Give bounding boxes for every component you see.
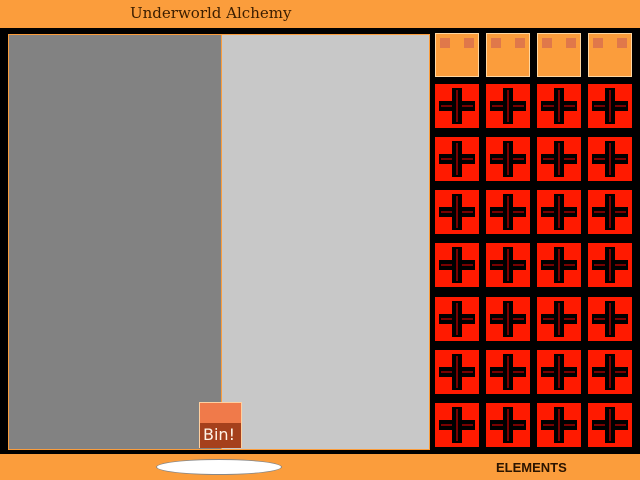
plus-cross-icon	[503, 247, 513, 283]
plus-cross-icon	[605, 354, 615, 390]
element-tile[interactable]	[537, 243, 581, 287]
element-tile[interactable]	[435, 84, 479, 128]
slot-notch	[566, 38, 576, 48]
element-tile[interactable]	[588, 403, 632, 447]
plus-cross-icon	[554, 88, 564, 124]
plus-cross-icon	[605, 407, 615, 443]
slot-notch	[464, 38, 474, 48]
plus-cross-icon	[452, 88, 462, 124]
plus-cross-icon	[452, 194, 462, 230]
bin-label: Bin!	[203, 425, 235, 444]
workspace-left-pane[interactable]	[9, 35, 221, 449]
plus-cross-icon	[503, 354, 513, 390]
element-tile[interactable]	[486, 297, 530, 341]
element-tile[interactable]	[486, 190, 530, 234]
bin-button[interactable]: Bin!	[199, 402, 242, 448]
element-tile[interactable]	[486, 403, 530, 447]
plus-cross-icon	[554, 141, 564, 177]
element-tile[interactable]	[435, 190, 479, 234]
plus-cross-icon	[452, 301, 462, 337]
plus-cross-icon	[605, 88, 615, 124]
element-tile[interactable]	[588, 190, 632, 234]
element-tile[interactable]	[435, 350, 479, 394]
element-tile[interactable]	[435, 403, 479, 447]
plus-cross-icon	[605, 301, 615, 337]
bin-lid	[200, 403, 241, 423]
window-title: Underworld Alchemy	[130, 4, 292, 22]
element-tile[interactable]	[486, 243, 530, 287]
plus-cross-icon	[452, 141, 462, 177]
element-tile[interactable]	[588, 137, 632, 181]
title-bar: Underworld Alchemy	[0, 0, 640, 28]
element-tile[interactable]	[537, 190, 581, 234]
plus-cross-icon	[503, 301, 513, 337]
plus-cross-icon	[605, 247, 615, 283]
palette-header-slot	[537, 33, 581, 77]
slot-notch	[617, 38, 627, 48]
plus-cross-icon	[452, 354, 462, 390]
plus-cross-icon	[503, 194, 513, 230]
slot-notch	[593, 38, 603, 48]
element-tile[interactable]	[537, 350, 581, 394]
elements-label: ELEMENTS	[496, 460, 567, 475]
slot-notch	[515, 38, 525, 48]
element-tile[interactable]	[588, 84, 632, 128]
element-tile[interactable]	[537, 297, 581, 341]
slot-notch	[542, 38, 552, 48]
element-tile[interactable]	[486, 137, 530, 181]
palette-header-slot	[486, 33, 530, 77]
plus-cross-icon	[503, 407, 513, 443]
plus-cross-icon	[452, 407, 462, 443]
plus-cross-icon	[554, 354, 564, 390]
element-tile[interactable]	[435, 243, 479, 287]
plus-cross-icon	[554, 247, 564, 283]
element-tile[interactable]	[588, 350, 632, 394]
plus-cross-icon	[605, 194, 615, 230]
palette-header-slot	[588, 33, 632, 77]
plus-cross-icon	[554, 407, 564, 443]
search-input[interactable]	[156, 459, 282, 475]
plus-cross-icon	[503, 141, 513, 177]
element-tile[interactable]	[486, 84, 530, 128]
element-tile[interactable]	[588, 243, 632, 287]
slot-notch	[491, 38, 501, 48]
plus-cross-icon	[503, 88, 513, 124]
alchemy-workspace[interactable]	[8, 34, 430, 450]
plus-cross-icon	[554, 301, 564, 337]
plus-cross-icon	[554, 194, 564, 230]
plus-cross-icon	[605, 141, 615, 177]
slot-notch	[440, 38, 450, 48]
element-tile[interactable]	[537, 137, 581, 181]
element-tile[interactable]	[435, 137, 479, 181]
workspace-right-pane[interactable]	[222, 35, 429, 449]
element-tile[interactable]	[435, 297, 479, 341]
element-tile[interactable]	[588, 297, 632, 341]
element-tile[interactable]	[537, 403, 581, 447]
element-tile[interactable]	[537, 84, 581, 128]
palette-header-slot	[435, 33, 479, 77]
element-tile[interactable]	[486, 350, 530, 394]
plus-cross-icon	[452, 247, 462, 283]
